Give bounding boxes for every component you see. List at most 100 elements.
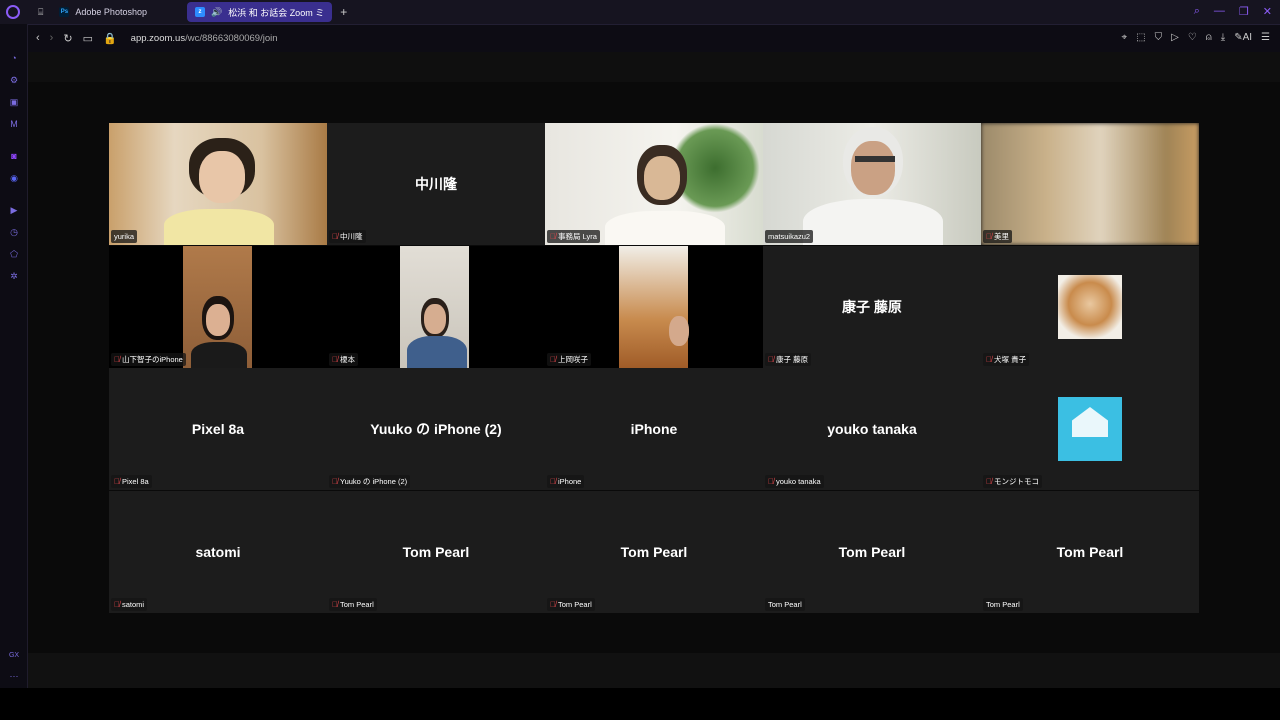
mic-muted-icon: 🎙̸ xyxy=(550,354,556,364)
mic-muted-icon: 🎙̸ xyxy=(986,477,992,486)
ai-icon[interactable]: ✎AI xyxy=(1234,32,1252,43)
tab-photoshop[interactable]: Ps Adobe Photoshop xyxy=(51,2,155,22)
participant-tile[interactable]: iPhone 🎙̸ iPhone xyxy=(545,368,763,490)
participant-name-label: 🎙̸ 康子 藤原 xyxy=(765,352,812,366)
zoom-icon: z xyxy=(194,7,205,17)
participant-name: Tom Pearl xyxy=(768,599,802,609)
participant-tile[interactable]: 中川隆 🎙̸ 中川隆 xyxy=(327,123,545,245)
heart-icon[interactable]: ♡ xyxy=(1188,32,1197,43)
participant-tile[interactable]: matsuikazu2 xyxy=(763,123,981,245)
more-icon[interactable]: ··· xyxy=(8,670,20,682)
participant-name: 康子 藤原 xyxy=(776,354,809,364)
back-icon[interactable]: ‹ xyxy=(36,32,40,45)
shield-icon[interactable]: ⛉ xyxy=(1155,32,1163,43)
participant-name: 榎本 xyxy=(340,354,355,364)
participant-name-label: yurika xyxy=(111,230,138,243)
window-controls: ⌕ — ❐ ✕ xyxy=(1194,5,1272,18)
participant-tile[interactable]: 🎙̸ 上岡咲子 xyxy=(545,245,763,368)
participant-tile[interactable]: 🎙̸ 山下智子のiPhone xyxy=(109,245,327,368)
opera-gx-logo-icon[interactable] xyxy=(6,5,20,19)
player-icon[interactable]: ▶ xyxy=(8,204,20,216)
participant-name: yurika xyxy=(114,232,135,241)
participant-name-label: 🎙̸ Tom Pearl xyxy=(547,597,595,611)
participant-name-label: 🎙̸ 榎本 xyxy=(329,352,358,366)
mic-muted-icon: 🎙̸ xyxy=(114,599,120,609)
participant-tile[interactable]: 🎙̸ 榎本 xyxy=(327,245,545,368)
restore-icon[interactable]: ❐ xyxy=(1239,5,1249,18)
close-icon[interactable]: ✕ xyxy=(1263,5,1272,18)
participant-display-name: 康子 藤原 xyxy=(842,298,902,315)
mic-muted-icon: 🎙̸ xyxy=(768,354,774,364)
mic-muted-icon: 🎙̸ xyxy=(114,477,120,486)
participant-tile[interactable]: Tom Pearl Tom Pearl xyxy=(981,490,1199,613)
snapshot-icon[interactable]: ⬚ xyxy=(1136,32,1145,43)
video-gallery: yurika 中川隆 🎙̸ 中川隆 🎙̸ 事務局 Lyra matsuikazu2 🎙̸ 美里 🎙… xyxy=(109,123,1199,613)
gx-label: GX xyxy=(8,652,20,659)
participant-tile[interactable]: 🎙̸ 美里 xyxy=(981,123,1199,245)
participant-tile[interactable]: youko tanaka 🎙̸ youko tanaka xyxy=(763,368,981,490)
camera-icon[interactable]: ▭ xyxy=(83,32,93,45)
participant-name: Tom Pearl xyxy=(986,599,1020,609)
participant-name: 犬塚 貴子 xyxy=(994,354,1027,364)
download-icon[interactable]: ⤓ xyxy=(1221,32,1225,43)
participant-display-name: 中川隆 xyxy=(415,176,457,192)
participant-name: youko tanaka xyxy=(776,477,821,486)
participant-name-label: 🎙̸ 山下智子のiPhone xyxy=(111,352,186,366)
profile-icon[interactable]: ⍝ xyxy=(1206,32,1212,43)
tab-label: 松浜 和 お話会 Zoom ミ xyxy=(228,7,325,18)
participant-tile[interactable]: Tom Pearl Tom Pearl xyxy=(763,490,981,613)
play-icon[interactable]: ▷ xyxy=(1171,32,1179,43)
participant-name: 美里 xyxy=(994,232,1009,241)
participant-tile[interactable]: Pixel 8a 🎙̸ Pixel 8a xyxy=(109,368,327,490)
mic-muted-icon: 🎙̸ xyxy=(986,232,992,241)
mic-muted-icon: 🎙̸ xyxy=(114,354,120,364)
extensions-icon[interactable]: ⬠ xyxy=(8,248,20,260)
participant-tile[interactable]: 🎙̸ 犬塚 貴子 xyxy=(981,245,1199,368)
gx-control-icon[interactable]: ⚙ xyxy=(8,74,20,86)
participant-tile[interactable]: yurika xyxy=(109,123,327,245)
participant-display-name: Tom Pearl xyxy=(402,543,470,560)
participant-display-name: Tom Pearl xyxy=(1056,543,1124,560)
participant-tile[interactable]: 🎙̸ 事務局 Lyra xyxy=(545,123,763,245)
participant-name: モンジトモコ xyxy=(994,477,1039,486)
menu-icon[interactable]: ☰ xyxy=(1261,32,1270,43)
search-icon[interactable]: ⌕ xyxy=(1194,5,1200,18)
discord-icon[interactable]: ◉ xyxy=(8,172,20,184)
participant-name: Yuuko の iPhone (2) xyxy=(340,477,408,486)
gx-corner-icon[interactable]: ▣ xyxy=(8,96,20,108)
minimize-icon[interactable]: — xyxy=(1214,5,1225,18)
meeting-top-strip xyxy=(28,52,1280,82)
speed-dial-icon[interactable]: ◔ xyxy=(8,52,20,64)
participant-tile[interactable]: satomi 🎙̸ satomi xyxy=(109,490,327,613)
participant-display-name: Tom Pearl xyxy=(620,543,688,560)
participant-name-label: 🎙̸ Yuuko の iPhone (2) xyxy=(329,475,411,488)
participant-tile[interactable]: Tom Pearl 🎙̸ Tom Pearl xyxy=(327,490,545,613)
participant-name-label: 🎙̸ Pixel 8a xyxy=(111,475,152,488)
participant-tile[interactable]: Yuuko の iPhone (2) 🎙̸ Yuuko の iPhone (2) xyxy=(327,368,545,490)
history-icon[interactable]: ◷ xyxy=(8,226,20,238)
participant-name: 事務局 Lyra xyxy=(558,232,597,241)
lock-icon: 🔒 xyxy=(102,33,117,45)
forward-icon[interactable]: › xyxy=(50,32,54,45)
url-field[interactable]: app.zoom.us/wc/88663080069/join xyxy=(131,33,278,44)
participant-name: 山下智子のiPhone xyxy=(122,354,183,364)
pin-icon[interactable]: ⌖ xyxy=(1122,32,1128,43)
participant-tile[interactable]: 🎙̸ モンジトモコ xyxy=(981,368,1199,490)
tab-zoom[interactable]: z 🔊 松浜 和 お話会 Zoom ミ xyxy=(186,2,333,22)
settings-icon[interactable]: ✲ xyxy=(8,270,20,282)
messenger-icon[interactable]: M xyxy=(8,118,20,130)
new-tab-button[interactable]: + xyxy=(332,2,355,22)
mic-muted-icon: 🎙̸ xyxy=(332,477,338,486)
url-path: /wc/88663080069/join xyxy=(185,33,278,44)
participant-display-name: iPhone xyxy=(630,421,678,437)
twitch-icon[interactable]: ◙ xyxy=(8,150,20,162)
workspace-icon-tab[interactable]: ⌸ xyxy=(30,2,51,22)
participant-name: Tom Pearl xyxy=(340,599,374,609)
participant-name-label: 🎙̸ 美里 xyxy=(983,230,1012,243)
participant-tile[interactable]: 康子 藤原 🎙̸ 康子 藤原 xyxy=(763,245,981,368)
photoshop-icon: Ps xyxy=(59,7,70,17)
participant-name: iPhone xyxy=(558,477,582,486)
reload-icon[interactable]: ↻ xyxy=(63,32,72,45)
participant-tile[interactable]: Tom Pearl 🎙̸ Tom Pearl xyxy=(545,490,763,613)
tab-bar: ⌸ Ps Adobe Photoshop z 🔊 松浜 和 お話会 Zoom ミ… xyxy=(0,0,1280,24)
